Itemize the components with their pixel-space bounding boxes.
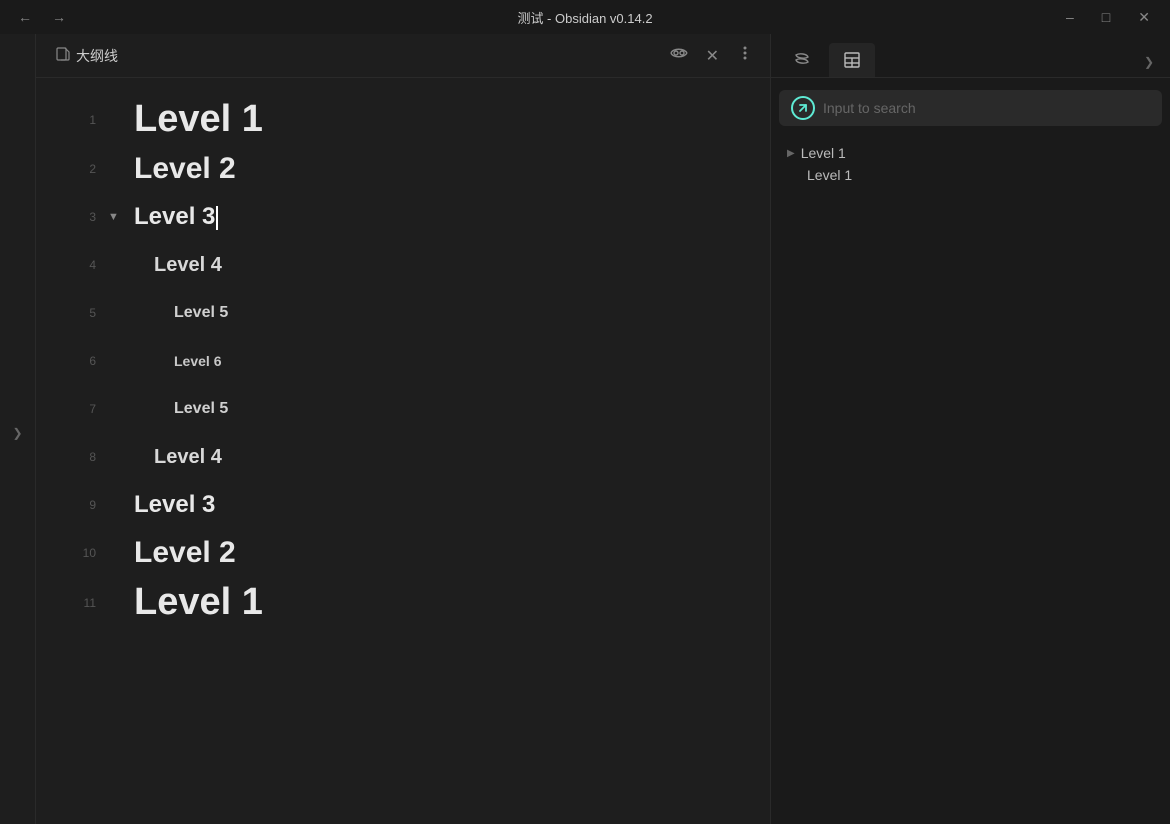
- tab-bar: 大纲线 ✕: [36, 34, 770, 78]
- content-pane: 大纲线 ✕: [36, 34, 770, 824]
- tab-outline-view[interactable]: [779, 43, 825, 77]
- heading-row-6: 6 Level 6: [76, 341, 730, 381]
- window-title: 测试 - Obsidian v0.14.2: [517, 8, 652, 27]
- heading-row-7: 7 Level 5: [76, 389, 730, 429]
- heading-row-8: 8 Level 4: [76, 437, 730, 477]
- more-options-button[interactable]: [732, 43, 758, 68]
- outline-item-label-1: Level 1: [801, 145, 846, 161]
- heading-text-11: Level 1: [134, 581, 263, 624]
- heading-row-1: 1 Level 1: [76, 98, 730, 141]
- app-layout: ❯: [0, 34, 1170, 824]
- outline-item-1[interactable]: ▶ Level 1: [783, 142, 1162, 164]
- sidebar-collapse-toggle[interactable]: ❯: [8, 42, 28, 824]
- outline-arrow-1: ▶: [787, 148, 795, 159]
- heading-num-10: 10: [76, 546, 96, 560]
- heading-row-4: 4 Level 4: [76, 245, 730, 285]
- heading-row-11: 11 Level 1: [76, 581, 730, 624]
- heading-row-3: 3 ▼ Level 3: [76, 197, 730, 237]
- heading-num-8: 8: [76, 450, 96, 464]
- heading-text-5: Level 5: [134, 304, 228, 322]
- heading-row-10: 10 Level 2: [76, 533, 730, 573]
- close-button[interactable]: ✕: [1130, 7, 1158, 28]
- heading-row-2: 2 Level 2: [76, 149, 730, 189]
- heading-row-5: 5 Level 5: [76, 293, 730, 333]
- reading-view-button[interactable]: [665, 42, 693, 69]
- tab-outline[interactable]: 大纲线: [48, 42, 126, 70]
- heading-num-1: 1: [76, 113, 96, 127]
- heading-num-7: 7: [76, 402, 96, 416]
- heading-num-11: 11: [76, 596, 96, 610]
- text-cursor: [216, 206, 218, 230]
- heading-num-4: 4: [76, 258, 96, 272]
- heading-text-7: Level 5: [134, 400, 228, 418]
- heading-num-5: 5: [76, 306, 96, 320]
- title-bar: ← → 测试 - Obsidian v0.14.2 – □ ✕: [0, 0, 1170, 34]
- back-button[interactable]: ←: [12, 7, 38, 27]
- outline-item-2[interactable]: Level 1: [783, 164, 1162, 186]
- tab-file-icon: [56, 47, 70, 64]
- close-tab-button[interactable]: ✕: [701, 44, 724, 68]
- heading-num-3: 3: [76, 210, 96, 224]
- tab-label: 大纲线: [76, 46, 118, 66]
- heading-text-6: Level 6: [134, 353, 221, 369]
- heading-text-4: Level 4: [134, 254, 222, 277]
- right-panel-tabs: ❯: [771, 34, 1170, 78]
- heading-text-1: Level 1: [134, 98, 263, 141]
- sidebar-left: ❯: [0, 34, 36, 824]
- restore-button[interactable]: □: [1094, 7, 1118, 27]
- search-input[interactable]: [823, 100, 1150, 116]
- heading-text-9: Level 3: [134, 491, 215, 519]
- title-bar-nav: ← →: [12, 7, 72, 27]
- forward-button[interactable]: →: [46, 7, 72, 27]
- outline-tree: ▶ Level 1 Level 1: [779, 142, 1162, 186]
- tab-properties-view[interactable]: [829, 43, 875, 77]
- right-panel: ❯ ▶ Level 1 Leve: [770, 34, 1170, 824]
- window-controls: – □ ✕: [1058, 7, 1158, 28]
- editor-area[interactable]: 1 Level 1 2 Level 2 3 ▼ Level 3 4 Level 4 5 Level …: [36, 78, 770, 824]
- heading-fold-3[interactable]: ▼: [108, 211, 122, 223]
- right-panel-content: ▶ Level 1 Level 1: [771, 78, 1170, 824]
- tab-actions: ✕: [665, 42, 758, 69]
- editor-wrapper: 1 Level 1 2 Level 2 3 ▼ Level 3 4 Level 4 5 Level …: [36, 78, 770, 824]
- heading-text-8: Level 4: [134, 446, 222, 469]
- heading-text-2: Level 2: [134, 152, 236, 186]
- heading-num-6: 6: [76, 354, 96, 368]
- right-panel-expand[interactable]: ❯: [1136, 47, 1162, 77]
- heading-num-2: 2: [76, 162, 96, 176]
- outline-item-label-2: Level 1: [807, 167, 852, 183]
- heading-row-9: 9 Level 3: [76, 485, 730, 525]
- heading-num-9: 9: [76, 498, 96, 512]
- heading-text-3: Level 3: [134, 203, 218, 231]
- search-icon: [791, 96, 815, 120]
- heading-text-10: Level 2: [134, 536, 236, 570]
- search-box[interactable]: [779, 90, 1162, 126]
- minimize-button[interactable]: –: [1058, 7, 1082, 27]
